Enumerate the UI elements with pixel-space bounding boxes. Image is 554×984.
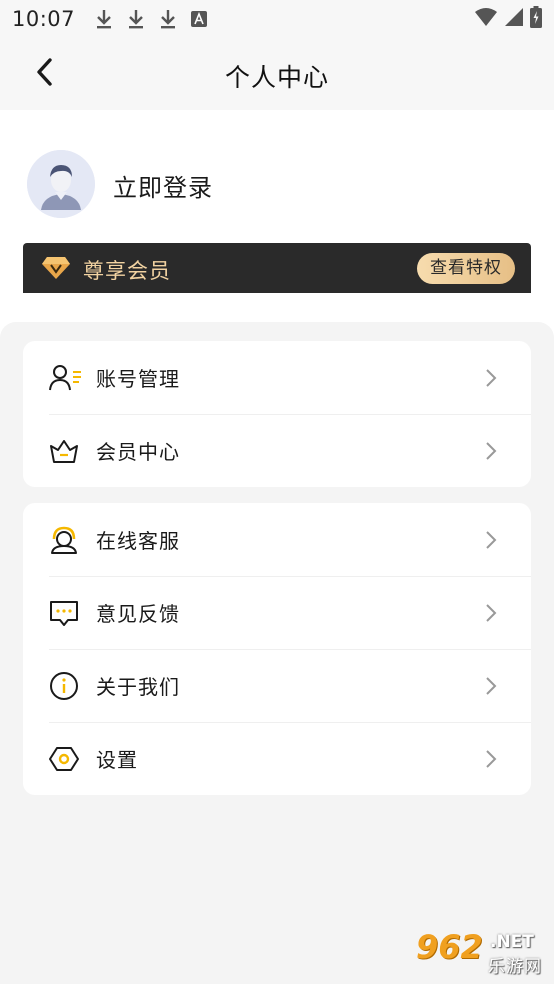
info-icon [49, 671, 79, 701]
menu-label: 意见反馈 [96, 602, 180, 626]
profile-section: 立即登录 尊享会员 查看特权 [0, 110, 554, 340]
download-icon [127, 8, 145, 30]
menu-item-account-manage[interactable]: 账号管理 [23, 341, 531, 414]
vip-label: 尊享会员 [83, 259, 171, 283]
avatar[interactable] [27, 150, 95, 218]
menu-item-settings[interactable]: 设置 [23, 722, 531, 795]
nav-bar: 个人中心 [0, 38, 554, 110]
account-manage-icon [49, 363, 81, 393]
customer-service-icon [49, 525, 79, 555]
menu-card-support: 在线客服 意见反馈 关于我们 设置 [23, 503, 531, 795]
wifi-icon [474, 7, 498, 31]
page-title: 个人中心 [224, 63, 329, 92]
watermark-number: 962 [416, 928, 483, 966]
font-a-icon [191, 11, 208, 27]
chevron-right-icon [485, 441, 497, 461]
diamond-icon [41, 256, 71, 280]
menu-card-account: 账号管理 会员中心 [23, 341, 531, 487]
chevron-right-icon [485, 676, 497, 696]
default-avatar-icon [27, 150, 95, 218]
watermark-name: 乐游网 [488, 957, 542, 977]
login-link[interactable]: 立即登录 [113, 168, 213, 203]
member-center-icon [49, 436, 79, 466]
menu-item-feedback[interactable]: 意见反馈 [23, 576, 531, 649]
notification-icons [95, 8, 208, 30]
chevron-right-icon [485, 749, 497, 769]
watermark-domain: .NET [490, 932, 534, 952]
view-privileges-button[interactable]: 查看特权 [417, 253, 515, 284]
chevron-right-icon [485, 530, 497, 550]
menu-label: 设置 [96, 748, 138, 772]
menu-item-about-us[interactable]: 关于我们 [23, 649, 531, 722]
menu-label: 在线客服 [96, 529, 180, 553]
menu-content-area: 账号管理 会员中心 在线客服 意见反馈 关于我们 设置 [0, 322, 554, 984]
status-right-icons [474, 6, 542, 32]
download-icon [95, 8, 113, 30]
battery-icon [530, 6, 542, 32]
status-bar: 10:07 [0, 0, 554, 38]
menu-label: 会员中心 [96, 440, 180, 464]
chevron-right-icon [485, 603, 497, 623]
watermark-logo: 962 .NET 乐游网 [412, 928, 548, 978]
settings-icon [49, 744, 79, 774]
menu-item-customer-service[interactable]: 在线客服 [23, 503, 531, 576]
signal-icon [504, 7, 524, 31]
feedback-icon [49, 598, 79, 628]
download-icon [159, 8, 177, 30]
vip-banner: 尊享会员 查看特权 [23, 243, 531, 293]
menu-label: 关于我们 [96, 675, 180, 699]
menu-label: 账号管理 [96, 367, 180, 391]
menu-item-member-center[interactable]: 会员中心 [23, 414, 531, 487]
status-time: 10:07 [12, 7, 76, 31]
chevron-right-icon [485, 368, 497, 388]
